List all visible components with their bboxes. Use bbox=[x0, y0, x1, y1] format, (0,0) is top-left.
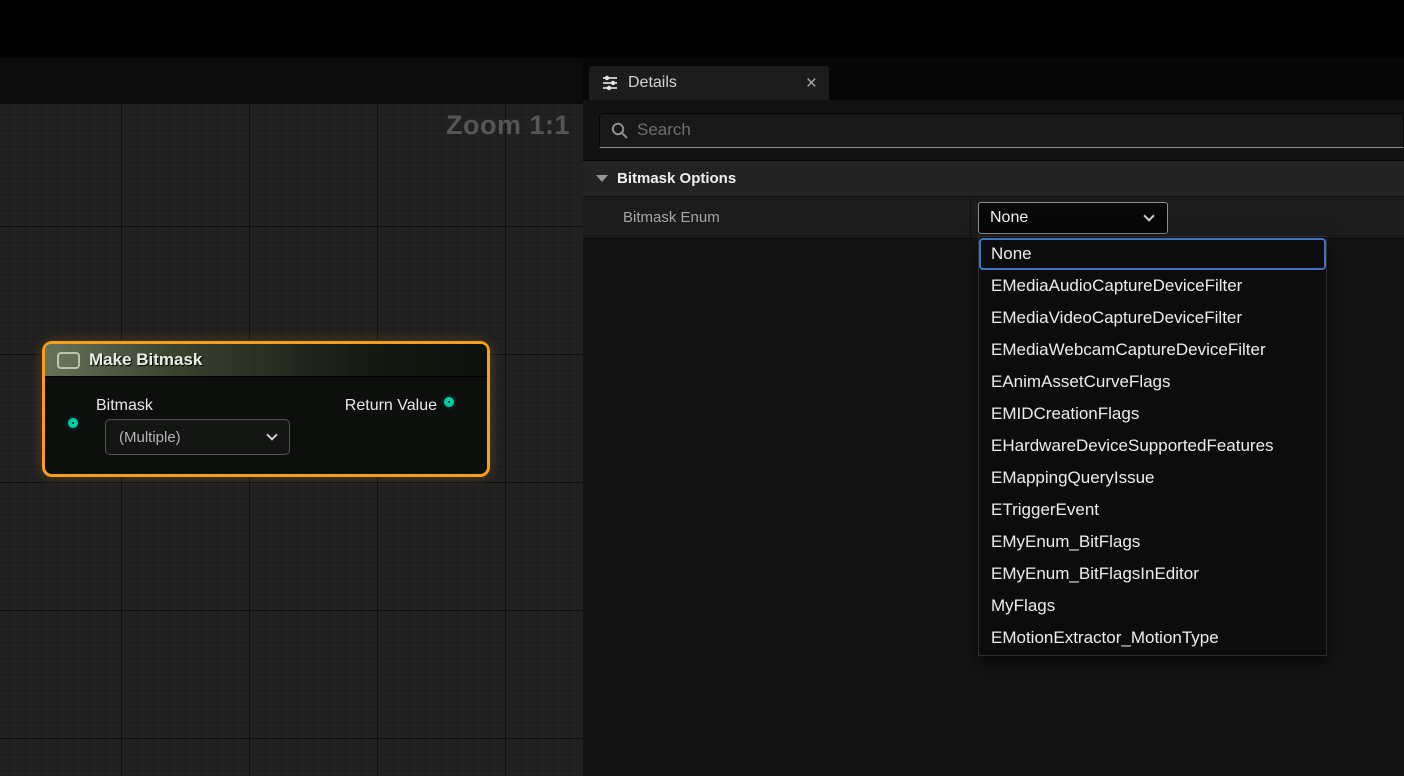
top-bar bbox=[0, 0, 1404, 58]
graph-canvas[interactable]: Zoom 1:1 Make Bitmask Bitmask (Multiple)… bbox=[0, 104, 583, 776]
triangle-down-icon bbox=[596, 175, 608, 182]
search-row bbox=[583, 100, 1404, 160]
enum-dropdown-menu: None EMediaAudioCaptureDeviceFilter EMed… bbox=[978, 236, 1327, 656]
dropdown-item[interactable]: EHardwareDeviceSupportedFeatures bbox=[979, 430, 1326, 462]
dropdown-item[interactable]: EMediaAudioCaptureDeviceFilter bbox=[979, 270, 1326, 302]
dropdown-item[interactable]: EMediaWebcamCaptureDeviceFilter bbox=[979, 334, 1326, 366]
dropdown-item[interactable]: EMappingQueryIssue bbox=[979, 462, 1326, 494]
make-bitmask-node[interactable]: Make Bitmask Bitmask (Multiple) Return V… bbox=[42, 341, 490, 477]
dropdown-item[interactable]: MyFlags bbox=[979, 590, 1326, 622]
search-box[interactable] bbox=[599, 113, 1404, 148]
details-tab-label: Details bbox=[628, 74, 797, 92]
dropdown-item[interactable]: ETriggerEvent bbox=[979, 494, 1326, 526]
zoom-level-label: Zoom 1:1 bbox=[446, 110, 570, 141]
search-input[interactable] bbox=[637, 114, 1403, 147]
dropdown-item[interactable]: EMyEnum_BitFlags bbox=[979, 526, 1326, 558]
dropdown-item[interactable]: EMyEnum_BitFlagsInEditor bbox=[979, 558, 1326, 590]
bitmask-pin-label: Bitmask bbox=[96, 397, 153, 415]
node-body: Bitmask (Multiple) Return Value bbox=[45, 377, 487, 473]
bitmask-value-text: (Multiple) bbox=[119, 429, 181, 446]
unreal-editor-window: Zoom 1:1 Make Bitmask Bitmask (Multiple)… bbox=[0, 0, 1404, 776]
node-title: Make Bitmask bbox=[89, 350, 202, 370]
dropdown-item[interactable]: None bbox=[979, 238, 1326, 270]
column-splitter[interactable] bbox=[970, 197, 971, 238]
return-value-pin-icon[interactable] bbox=[444, 397, 454, 407]
dropdown-item[interactable]: EMIDCreationFlags bbox=[979, 398, 1326, 430]
node-header[interactable]: Make Bitmask bbox=[45, 344, 487, 377]
blueprint-graph-panel: Zoom 1:1 Make Bitmask Bitmask (Multiple)… bbox=[0, 58, 583, 776]
category-title: Bitmask Options bbox=[617, 170, 736, 187]
chevron-down-icon bbox=[266, 429, 277, 440]
bitmask-input-pin-icon[interactable] bbox=[68, 418, 78, 428]
dropdown-item[interactable]: EAnimAssetCurveFlags bbox=[979, 366, 1326, 398]
property-row-bitmask-enum: Bitmask Enum None bbox=[583, 197, 1404, 239]
chevron-down-icon bbox=[1143, 210, 1154, 221]
combobox-value: None bbox=[990, 209, 1028, 227]
make-struct-icon bbox=[57, 352, 80, 369]
tab-well: Details × bbox=[583, 58, 1404, 100]
close-icon[interactable]: × bbox=[806, 74, 817, 93]
property-label: Bitmask Enum bbox=[623, 209, 720, 226]
search-icon bbox=[610, 121, 629, 140]
details-panel: Details × Bitmask Options Bitmask Enum N… bbox=[583, 58, 1404, 776]
graph-toolbar bbox=[0, 58, 583, 104]
dropdown-item[interactable]: EMediaVideoCaptureDeviceFilter bbox=[979, 302, 1326, 334]
bitmask-value-dropdown[interactable]: (Multiple) bbox=[105, 419, 290, 455]
dropdown-item[interactable]: EMotionExtractor_MotionType bbox=[979, 622, 1326, 654]
details-icon bbox=[601, 74, 619, 92]
category-bitmask-options[interactable]: Bitmask Options bbox=[583, 160, 1404, 197]
bitmask-enum-combobox[interactable]: None bbox=[978, 202, 1168, 234]
details-tab[interactable]: Details × bbox=[589, 66, 829, 100]
return-value-label: Return Value bbox=[345, 397, 437, 415]
